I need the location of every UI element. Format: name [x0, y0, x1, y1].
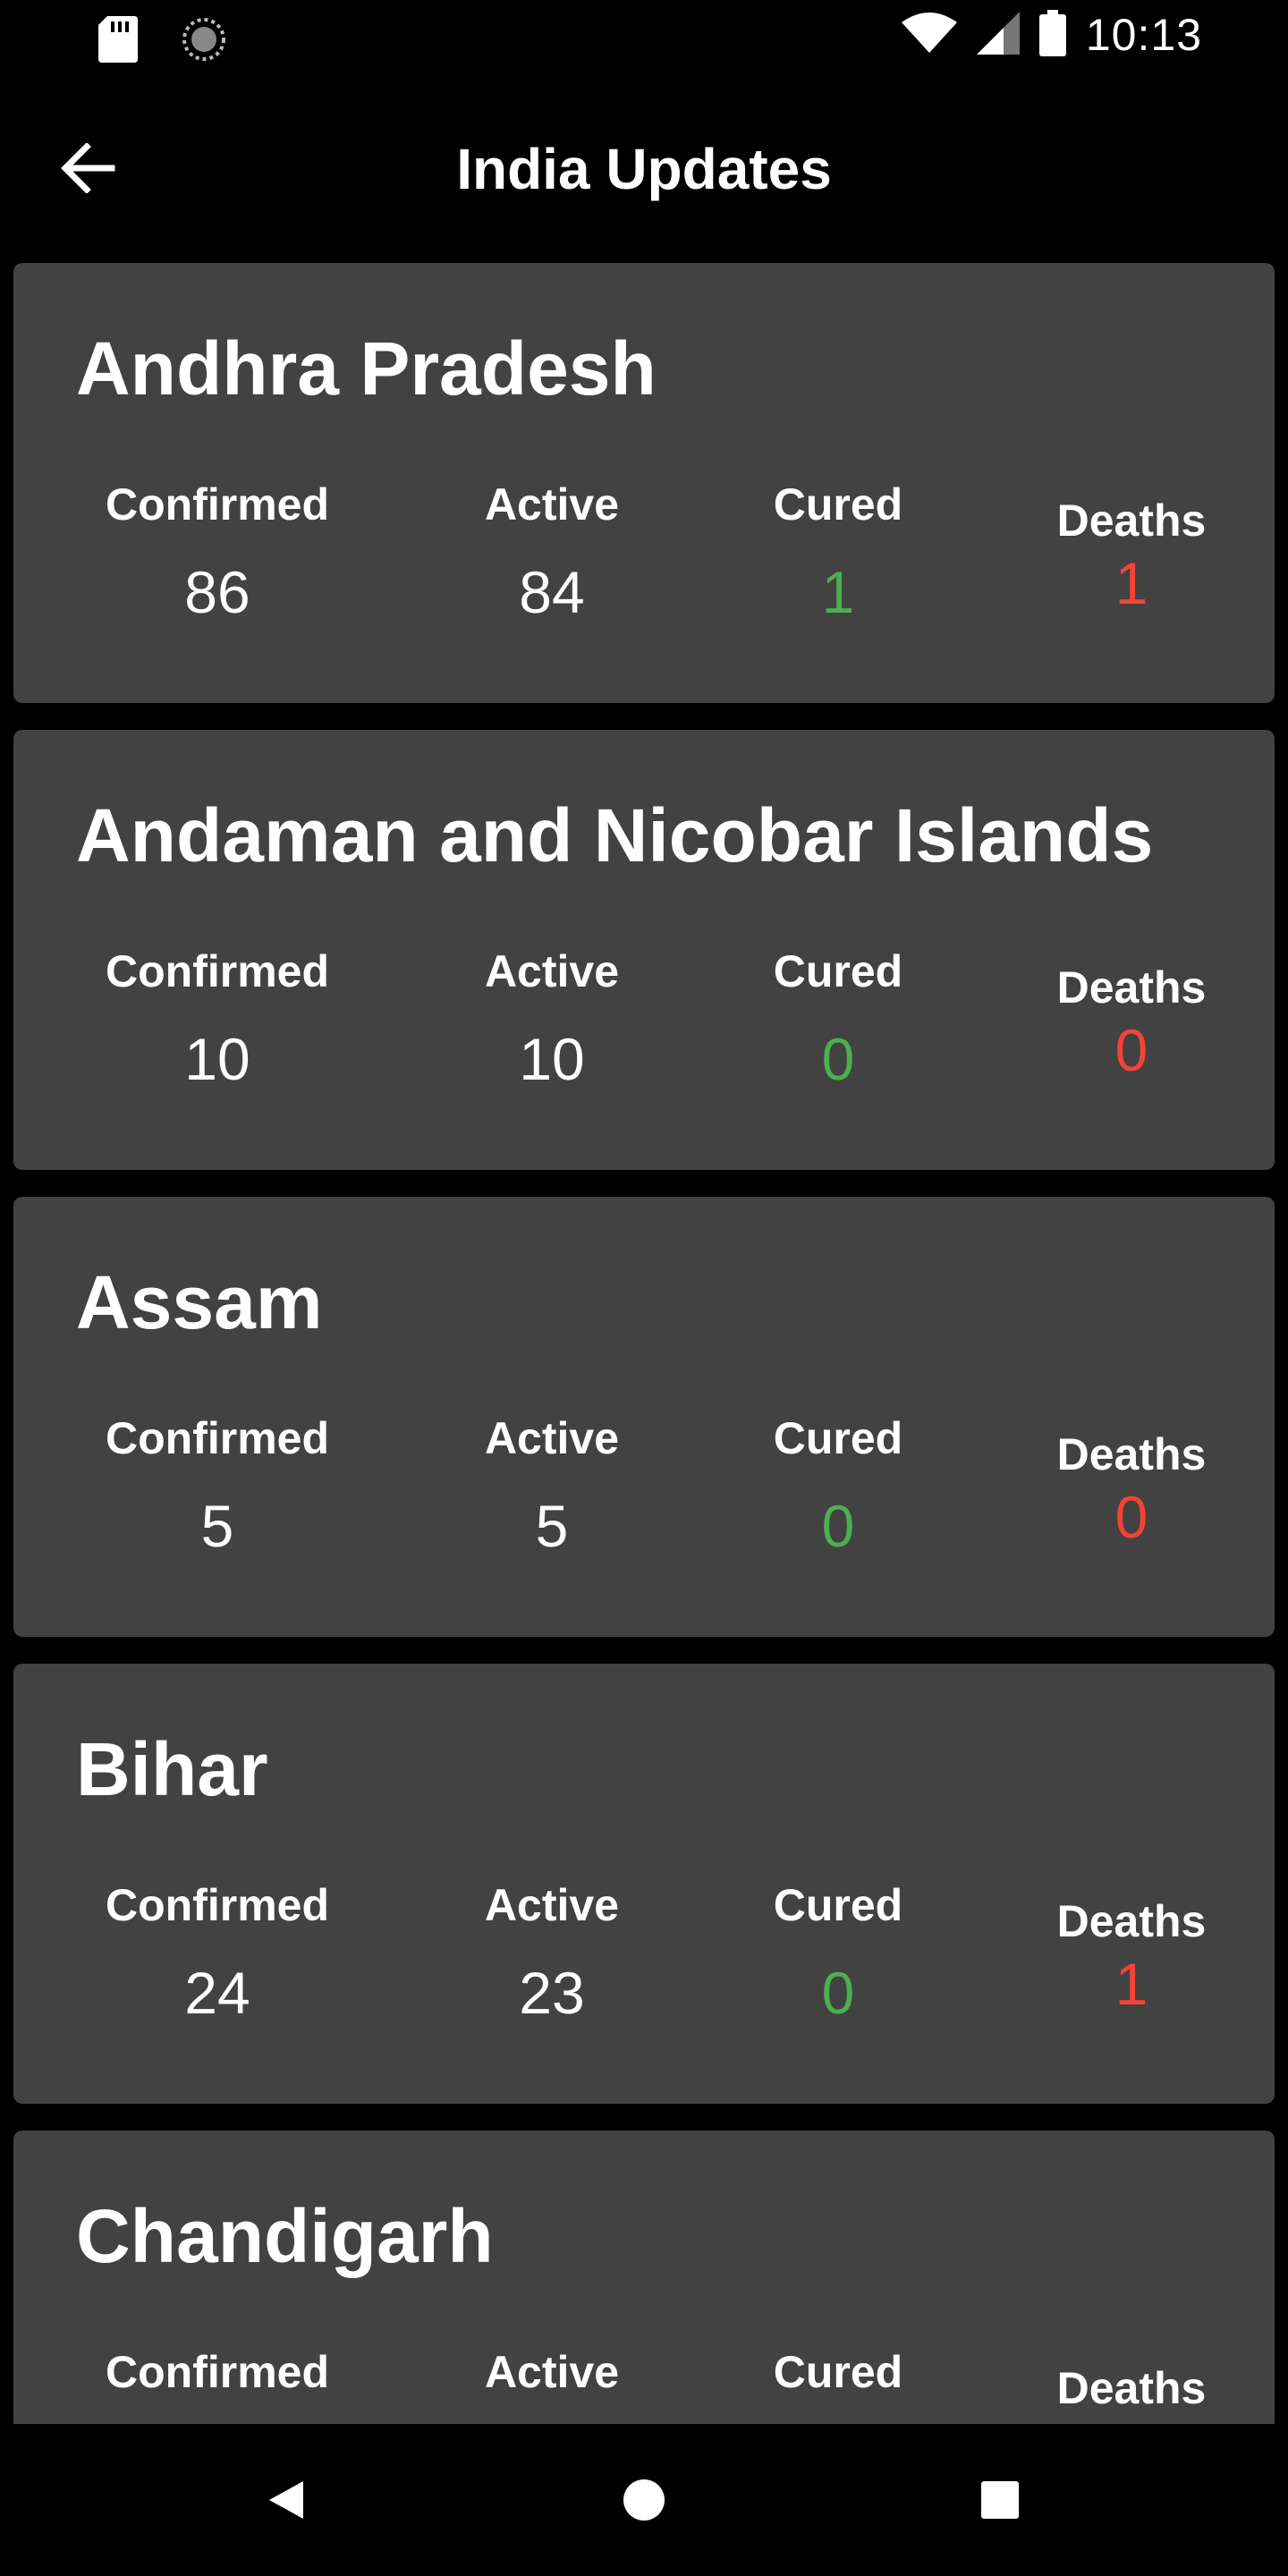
state-card[interactable]: Bihar Confirmed 24 Active 23 Cured 0 Dea…: [13, 1664, 1275, 2104]
active-value: 84: [519, 559, 585, 625]
deaths-label: Deaths: [1056, 2363, 1207, 2413]
state-name: Andhra Pradesh: [76, 326, 657, 411]
signal-icon: [976, 11, 1020, 59]
state-name: Assam: [76, 1260, 323, 1344]
deaths-value: 1: [1114, 1951, 1148, 2017]
page-title: India Updates: [456, 137, 832, 201]
state-name: Andaman and Nicobar Islands: [76, 793, 1154, 877]
active-stat: Active: [409, 2345, 695, 2424]
confirmed-value: 24: [184, 1960, 250, 2026]
confirmed-value: 5: [200, 1493, 234, 1559]
state-card[interactable]: Chandigarh Confirmed Active Cured Deaths: [13, 2131, 1275, 2424]
confirmed-label: Confirmed: [106, 1413, 329, 1463]
deaths-value: 1: [1114, 550, 1148, 616]
deaths-label: Deaths: [1056, 962, 1207, 1013]
cured-label: Cured: [773, 1880, 903, 1930]
deaths-value: 0: [1114, 1484, 1148, 1550]
cured-stat: Cured 0: [695, 945, 981, 1095]
cured-stat: Cured 1: [695, 478, 981, 628]
nav-recents-button[interactable]: [960, 2460, 1040, 2540]
confirmed-stat: Confirmed 10: [74, 945, 360, 1095]
back-triangle-icon: [269, 2481, 303, 2519]
active-stat: Active 10: [409, 945, 695, 1095]
deaths-value: 0: [1114, 1017, 1148, 1083]
cured-value: 0: [821, 1026, 855, 1092]
cured-value: 1: [821, 559, 855, 625]
active-value: 5: [535, 1493, 569, 1559]
deaths-label: Deaths: [1056, 1429, 1207, 1479]
confirmed-stat: Confirmed 5: [74, 1411, 360, 1562]
states-list[interactable]: Andhra Pradesh Confirmed 86 Active 84 Cu…: [0, 263, 1288, 2424]
deaths-label: Deaths: [1056, 496, 1207, 546]
confirmed-label: Confirmed: [106, 479, 329, 530]
active-label: Active: [484, 2347, 620, 2397]
deaths-stat: Deaths: [988, 2361, 1275, 2415]
deaths-stat: Deaths 1: [988, 494, 1275, 619]
confirmed-value: 10: [184, 1026, 250, 1092]
active-label: Active: [484, 1880, 620, 1930]
cured-value: 0: [821, 1493, 855, 1559]
confirmed-stat: Confirmed 86: [74, 478, 360, 628]
deaths-stat: Deaths 1: [988, 1894, 1275, 2020]
cured-label: Cured: [773, 1413, 903, 1463]
state-name: Bihar: [76, 1727, 268, 1811]
confirmed-stat: Confirmed 24: [74, 1878, 360, 2029]
status-time: 10:13: [1085, 10, 1202, 60]
status-bar: 10:13: [0, 0, 1288, 75]
active-label: Active: [484, 479, 620, 530]
active-value: 23: [519, 1960, 585, 2026]
sd-card-icon: [98, 16, 138, 67]
nav-back-button[interactable]: [246, 2460, 326, 2540]
confirmed-label: Confirmed: [106, 2347, 329, 2397]
confirmed-value: 86: [184, 559, 250, 625]
screen: 10:13 India Updates Andhra Pradesh Confi…: [0, 0, 1288, 2576]
active-label: Active: [484, 946, 620, 996]
wifi-icon: [901, 12, 957, 59]
active-stat: Active 23: [409, 1878, 695, 2029]
battery-icon: [1038, 9, 1066, 61]
state-card[interactable]: Assam Confirmed 5 Active 5 Cured 0 Death…: [13, 1197, 1275, 1637]
cured-stat: Cured 0: [695, 1878, 981, 2029]
recents-square-icon: [981, 2481, 1019, 2519]
system-nav-bar: [0, 2424, 1288, 2576]
active-stat: Active 84: [409, 478, 695, 628]
cured-label: Cured: [773, 2347, 903, 2397]
confirmed-label: Confirmed: [106, 1880, 329, 1930]
state-card[interactable]: Andaman and Nicobar Islands Confirmed 10…: [13, 730, 1275, 1170]
app-bar: India Updates: [0, 89, 1288, 242]
cured-value: 0: [821, 1960, 855, 2026]
nav-home-button[interactable]: [604, 2460, 684, 2540]
cured-label: Cured: [773, 479, 903, 530]
deaths-label: Deaths: [1056, 1896, 1207, 1946]
confirmed-label: Confirmed: [106, 946, 329, 996]
active-stat: Active 5: [409, 1411, 695, 1562]
cured-stat: Cured 0: [695, 1411, 981, 1562]
cured-label: Cured: [773, 946, 903, 996]
confirmed-stat: Confirmed: [74, 2345, 360, 2424]
home-circle-icon: [623, 2479, 665, 2521]
deaths-stat: Deaths 0: [988, 961, 1275, 1086]
state-card[interactable]: Andhra Pradesh Confirmed 86 Active 84 Cu…: [13, 263, 1275, 703]
cured-stat: Cured: [695, 2345, 981, 2424]
active-value: 10: [519, 1026, 585, 1092]
deaths-stat: Deaths 0: [988, 1428, 1275, 1553]
state-name: Chandigarh: [76, 2194, 494, 2278]
sync-icon: [181, 16, 227, 67]
active-label: Active: [484, 1413, 620, 1463]
